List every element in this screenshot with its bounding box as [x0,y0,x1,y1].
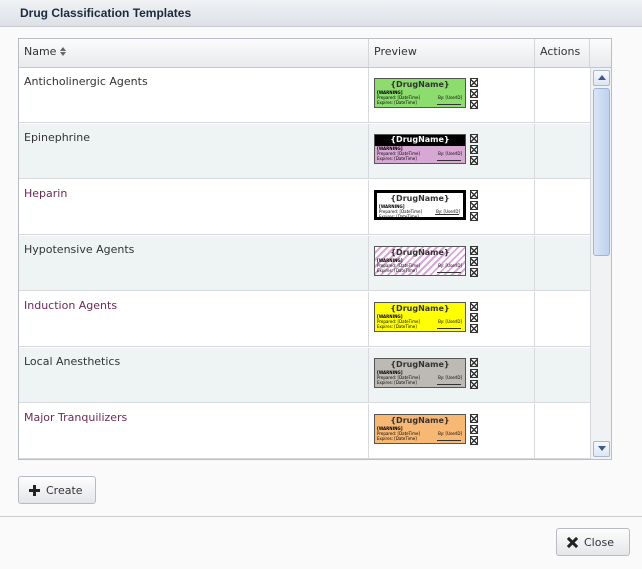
template-actions-cell [535,180,590,234]
label-signature-line [437,440,461,441]
label-signature-line [437,160,461,161]
template-actions-cell [535,404,590,458]
label-user: By: [UserID] [438,263,462,268]
template-name-cell[interactable]: Hypotensive Agents [19,236,369,290]
column-header-name[interactable]: Name [19,39,369,67]
label-signature-line [437,272,461,273]
template-actions-cell [535,68,590,122]
template-name-cell[interactable]: Heparin [19,180,369,234]
template-name-cell[interactable]: Major Tranquilizers [19,404,369,458]
template-name[interactable]: Anticholinergic Agents [24,75,148,88]
sort-icon[interactable] [60,46,68,56]
barcode-icon [470,414,479,446]
template-name-cell[interactable]: Local Anesthetics [19,348,369,402]
drug-classification-dialog: Drug Classification Templates Name Previ… [0,0,642,569]
scroll-up-icon[interactable] [593,70,610,86]
label-user: By: [UserID] [438,95,462,100]
label-expires: Expires: [DateTime] [379,214,419,219]
barcode-icon [470,358,479,390]
close-button[interactable]: Close [556,528,630,556]
table-row[interactable]: Major Tranquilizers {DrugName} [WARNING] Pr… [19,404,590,459]
create-button[interactable]: Create [18,476,96,504]
templates-grid: Name Preview Actions Anticholinergic Age… [18,38,612,460]
template-name[interactable]: Major Tranquilizers [24,411,127,424]
template-actions-cell [535,292,590,346]
label-preview: {DrugName} [WARNING] Prepared: [DateTime] E… [374,78,466,108]
barcode-icon [470,78,479,110]
column-header-spacer [590,39,611,67]
label-drug-name: {DrugName} [390,194,450,203]
label-preview: {DrugName} [WARNING] Prepared: [DateTime] E… [374,246,466,276]
template-name-cell[interactable]: Induction Agents [19,292,369,346]
template-name[interactable]: Local Anesthetics [24,355,120,368]
label-drug-name: {DrugName} [390,360,450,369]
table-row[interactable]: Heparin {DrugName} [WARNING] Prepared: [Dat… [19,180,590,235]
label-drug-name: {DrugName} [390,416,450,425]
template-preview-cell: {DrugName} [WARNING] Prepared: [DateTime] E… [369,404,535,458]
grid-header: Name Preview Actions [19,39,611,68]
label-expires: Expires: [DateTime] [377,436,417,441]
template-actions-cell [535,236,590,290]
scroll-down-icon[interactable] [593,441,610,457]
plus-icon [29,485,41,497]
label-user: By: [UserID] [438,431,462,436]
x-icon [566,536,579,549]
label-expires: Expires: [DateTime] [377,268,417,273]
template-actions-cell [535,124,590,178]
template-name[interactable]: Hypotensive Agents [24,243,134,256]
scrollbar-thumb[interactable] [593,88,610,256]
table-row[interactable]: Epinephrine {DrugName} [WARNING] Prepared: … [19,124,590,179]
barcode-icon [470,302,479,334]
label-expires: Expires: [DateTime] [377,100,417,105]
label-preview: {DrugName} [WARNING] Prepared: [DateTime] E… [374,302,466,332]
label-preview: {DrugName} [WARNING] Prepared: [DateTime] E… [374,414,466,444]
barcode-icon [470,190,479,222]
label-drug-name: {DrugName} [390,304,450,313]
template-preview-cell: {DrugName} [WARNING] Prepared: [DateTime] E… [369,124,535,178]
label-preview: {DrugName} [WARNING] Prepared: [DateTime] E… [374,134,466,164]
dialog-titlebar: Drug Classification Templates [0,0,642,27]
create-button-label: Create [46,484,83,497]
barcode-icon [470,134,479,166]
template-preview-cell: {DrugName} [WARNING] Prepared: [DateTime] E… [369,68,535,122]
label-user: By: [UserID] [438,151,462,156]
label-user: By: [UserID] [438,319,462,324]
label-user: By: [UserID] [438,375,462,380]
column-header-actions: Actions [535,39,590,67]
label-preview: {DrugName} [WARNING] Prepared: [DateTime] E… [374,358,466,388]
label-expires: Expires: [DateTime] [377,324,417,329]
template-actions-cell [535,348,590,402]
label-signature-line [437,384,461,385]
label-preview: {DrugName} [WARNING] Prepared: [DateTime] E… [374,190,466,220]
footer-divider [0,516,642,517]
label-signature-line [437,328,461,329]
column-header-name-label: Name [24,45,57,58]
label-drug-name: {DrugName} [375,135,465,146]
label-expires: Expires: [DateTime] [377,156,417,161]
template-name-cell[interactable]: Epinephrine [19,124,369,178]
column-header-preview: Preview [369,39,535,67]
vertical-scrollbar[interactable] [590,68,611,459]
dialog-title: Drug Classification Templates [20,6,192,20]
template-preview-cell: {DrugName} [WARNING] Prepared: [DateTime] E… [369,292,535,346]
template-name-cell[interactable]: Anticholinergic Agents [19,68,369,122]
template-preview-cell: {DrugName} [WARNING] Prepared: [DateTime] E… [369,180,535,234]
template-preview-cell: {DrugName} [WARNING] Prepared: [DateTime] E… [369,348,535,402]
label-signature-line [437,104,461,105]
grid-rows: Anticholinergic Agents {DrugName} [WARNING… [19,68,590,459]
table-row[interactable]: Local Anesthetics {DrugName} [WARNING] Prep… [19,348,590,403]
table-row[interactable]: Induction Agents {DrugName} [WARNING] Prepa… [19,292,590,347]
template-name[interactable]: Heparin [24,187,67,200]
barcode-icon [470,246,479,278]
table-row[interactable]: Hypotensive Agents {DrugName} [WARNING] Pre… [19,236,590,291]
template-preview-cell: {DrugName} [WARNING] Prepared: [DateTime] E… [369,236,535,290]
label-drug-name: {DrugName} [390,80,450,89]
label-signature-line [435,214,459,215]
template-name[interactable]: Induction Agents [24,299,117,312]
close-button-label: Close [584,536,614,549]
label-expires: Expires: [DateTime] [377,380,417,385]
template-name[interactable]: Epinephrine [24,131,90,144]
table-row[interactable]: Anticholinergic Agents {DrugName} [WARNING… [19,68,590,123]
label-drug-name: {DrugName} [390,248,450,257]
